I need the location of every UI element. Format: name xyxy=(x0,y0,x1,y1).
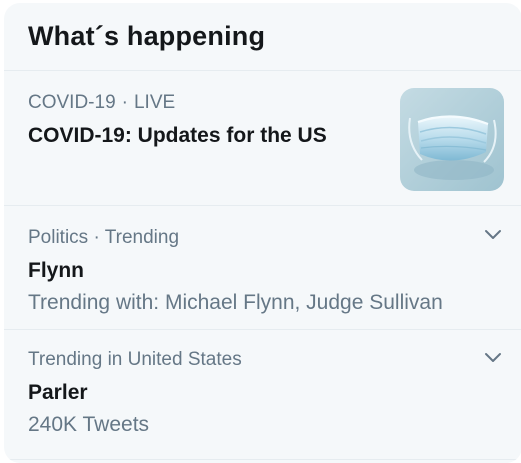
trend-meta: Trending in United States xyxy=(28,348,521,372)
trend-context: Politics · Trending xyxy=(28,227,180,248)
meta-separator: · xyxy=(121,92,128,113)
trend-subtitle: Trending with: Michael Flynn, Judge Sull… xyxy=(28,291,443,314)
panel-header: What´s happening xyxy=(4,3,521,71)
trend-context: Trending in United States xyxy=(28,349,242,370)
panel-title: What´s happening xyxy=(28,21,266,51)
trend-title: Parler xyxy=(28,381,88,404)
live-badge: LIVE xyxy=(133,92,176,113)
trend-title: Flynn xyxy=(28,259,84,282)
face-mask-image xyxy=(400,88,504,191)
trend-item-parler[interactable]: Trending in United States Parler 240K Tw… xyxy=(4,330,521,460)
trend-meta: Politics · Trending xyxy=(28,226,521,250)
whats-happening-panel: What´s happening COVID-19 · LIVE COVID-1… xyxy=(4,3,521,463)
face-mask-thumbnail[interactable] xyxy=(400,88,504,191)
chevron-down-icon[interactable] xyxy=(482,224,504,246)
trend-context: COVID-19 xyxy=(28,92,116,113)
trend-item-covid[interactable]: COVID-19 · LIVE COVID-19: Updates for th… xyxy=(4,71,521,206)
chevron-down-icon[interactable] xyxy=(482,347,504,369)
trend-tweet-count: 240K Tweets xyxy=(28,413,150,436)
trend-item-flynn[interactable]: Politics · Trending Flynn Trending with:… xyxy=(4,206,521,330)
